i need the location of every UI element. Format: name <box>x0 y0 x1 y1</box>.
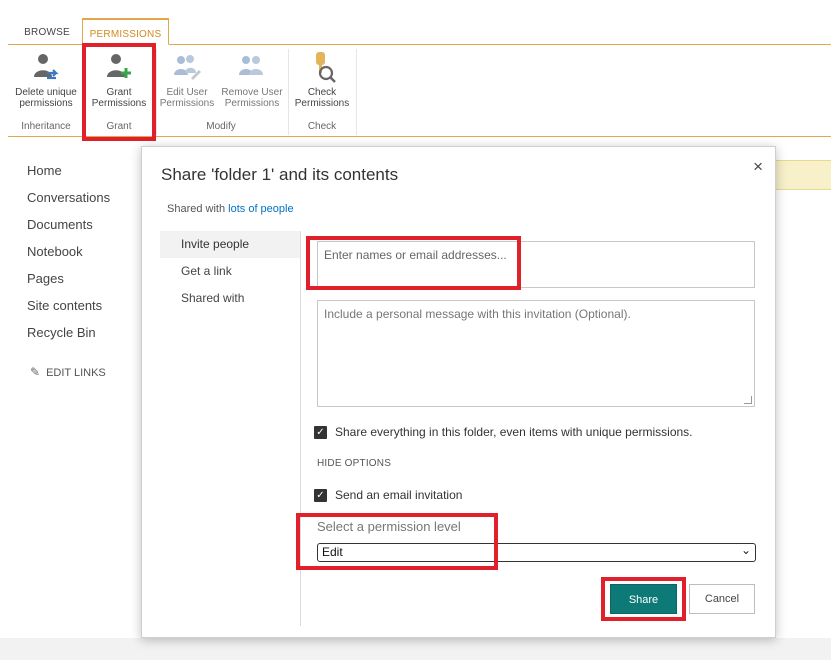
highlight-grant-button <box>82 43 156 141</box>
dialog-nav-get-a-link[interactable]: Get a link <box>160 258 300 285</box>
ribbon-separator <box>288 49 289 135</box>
tab-browse[interactable]: BROWSE <box>18 18 76 45</box>
dialog-nav-invite-people[interactable]: Invite people <box>160 231 300 258</box>
check-permissions-label: Check Permissions <box>294 87 350 109</box>
nav-item-documents[interactable]: Documents <box>27 217 93 232</box>
ribbon-separator <box>156 49 157 135</box>
delete-unique-permissions-label: Delete unique permissions <box>15 87 77 109</box>
send-email-label: Send an email invitation <box>335 488 463 502</box>
edit-users-icon <box>174 55 201 80</box>
group-label-check: Check <box>307 121 337 132</box>
edit-user-permissions-label: Edit User Permissions <box>159 87 215 109</box>
nav-item-home[interactable]: Home <box>27 163 62 178</box>
nav-item-pages[interactable]: Pages <box>27 271 64 286</box>
remove-user-permissions-button[interactable]: Remove User Permissions <box>220 51 284 109</box>
group-label-modify: Modify <box>206 121 236 132</box>
nav-item-site-contents[interactable]: Site contents <box>27 298 102 313</box>
delete-permissions-icon <box>34 54 59 80</box>
shared-with-text: Shared with lots of people <box>167 203 294 215</box>
dialog-nav: Invite people Get a link Shared with <box>160 231 300 312</box>
ribbon-tab-bar: BROWSE PERMISSIONS <box>8 18 831 45</box>
send-email-row: ✓ Send an email invitation <box>314 488 462 502</box>
remove-users-icon <box>239 56 263 75</box>
nav-item-notebook[interactable]: Notebook <box>27 244 83 259</box>
remove-user-permissions-label: Remove User Permissions <box>221 87 283 109</box>
chevron-down-icon: ⌄ <box>740 543 751 557</box>
group-label-inheritance: Inheritance <box>21 121 71 132</box>
share-everything-checkbox[interactable]: ✓ <box>314 425 327 439</box>
ribbon-separator <box>356 49 357 135</box>
message-placeholder: Include a personal message with this inv… <box>324 307 631 321</box>
message-textarea[interactable]: Include a personal message with this inv… <box>317 300 755 407</box>
check-permissions-button[interactable]: Check Permissions <box>292 51 352 109</box>
dialog-title: Share 'folder 1' and its contents <box>161 165 399 184</box>
highlight-permission-level <box>296 513 498 570</box>
nav-item-conversations[interactable]: Conversations <box>27 190 110 205</box>
page: BROWSE PERMISSIONS Delete unique permiss… <box>0 0 831 660</box>
tab-permissions[interactable]: PERMISSIONS <box>82 18 169 45</box>
share-everything-row: ✓ Share everything in this folder, even … <box>314 425 693 439</box>
status-bar-strip <box>776 160 831 190</box>
delete-unique-permissions-button[interactable]: Delete unique permissions <box>10 51 82 109</box>
edit-user-permissions-button[interactable]: Edit User Permissions <box>158 51 216 109</box>
highlight-names-input <box>306 236 521 290</box>
dialog-nav-shared-with[interactable]: Shared with <box>160 285 300 312</box>
cancel-button[interactable]: Cancel <box>689 584 755 614</box>
edit-links-label: EDIT LINKS <box>46 367 106 379</box>
shared-with-prefix: Shared with <box>167 203 226 215</box>
nav-item-recycle-bin[interactable]: Recycle Bin <box>27 325 96 340</box>
close-icon[interactable]: × <box>753 157 763 177</box>
share-everything-label: Share everything in this folder, even it… <box>335 425 693 439</box>
hide-options-link[interactable]: HIDE OPTIONS <box>317 458 391 469</box>
check-permissions-icon <box>316 52 336 83</box>
shared-with-link[interactable]: lots of people <box>228 203 293 215</box>
pencil-icon: ✎ <box>30 365 41 379</box>
resize-grip-icon[interactable] <box>744 396 752 404</box>
edit-links[interactable]: ✎ EDIT LINKS <box>30 365 106 379</box>
send-email-checkbox[interactable]: ✓ <box>314 488 327 502</box>
bottom-strip <box>0 638 831 660</box>
highlight-share-button <box>601 577 686 621</box>
